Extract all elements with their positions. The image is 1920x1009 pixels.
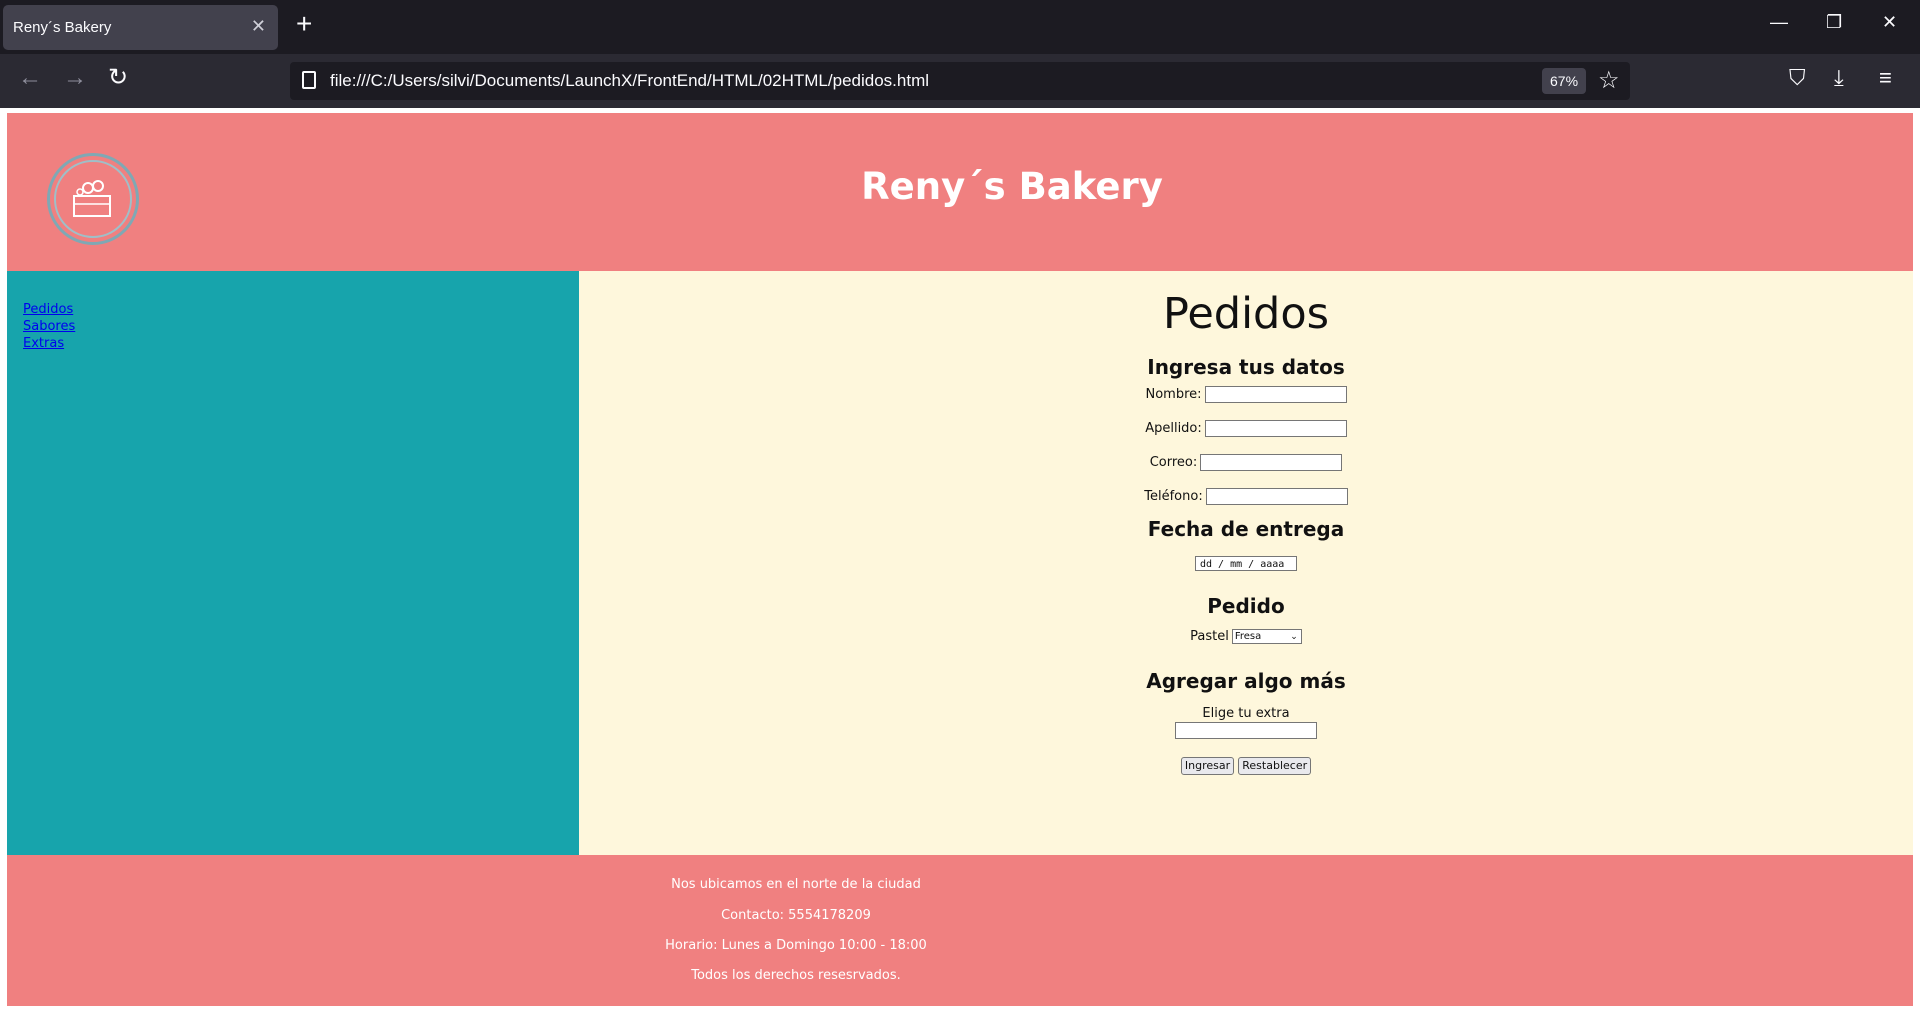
pastel-selected: Fresa xyxy=(1234,631,1262,642)
telefono-label: Teléfono: xyxy=(1144,489,1203,504)
page-heading: Pedidos xyxy=(1162,289,1330,339)
extra-label: Elige tu extra xyxy=(1202,706,1290,721)
site-footer: Nos ubicamos en el norte de la ciudad Co… xyxy=(7,855,1913,1006)
tab-strip: Reny´s Bakery ✕ + — ❐ ✕ xyxy=(0,0,1920,54)
fecha-heading: Fecha de entrega xyxy=(1147,517,1345,541)
menu-icon[interactable]: ≡ xyxy=(1879,66,1892,90)
datos-heading: Ingresa tus datos xyxy=(1147,355,1345,379)
footer-hours: Horario: Lunes a Domingo 10:00 - 18:00 xyxy=(665,938,927,953)
extra-input[interactable] xyxy=(1175,722,1317,739)
pedido-heading: Pedido xyxy=(1207,594,1285,618)
page-icon xyxy=(302,71,316,89)
footer-contact: Contacto: 5554178209 xyxy=(721,908,871,923)
download-icon[interactable]: ⤓ xyxy=(1834,66,1844,90)
reset-button[interactable]: Restablecer xyxy=(1238,757,1312,775)
url-bar[interactable]: file:///C:/Users/silvi/Documents/LaunchX… xyxy=(290,62,1630,100)
fecha-row: dd / mm / aaaa xyxy=(579,556,1913,571)
site-header: Reny´s Bakery xyxy=(7,113,1913,271)
nav-link-pedidos[interactable]: Pedidos xyxy=(23,301,75,318)
zoom-indicator[interactable]: 67% xyxy=(1542,68,1587,94)
chevron-down-icon: ⌄ xyxy=(1290,632,1298,642)
active-tab[interactable]: Reny´s Bakery ✕ xyxy=(3,5,278,50)
tab-title: Reny´s Bakery xyxy=(13,19,112,36)
window-close-icon[interactable]: ✕ xyxy=(1882,12,1897,33)
apellido-row: Apellido: xyxy=(579,420,1913,437)
navigation-toolbar: ← → ↻ file:///C:/Users/silvi/Documents/L… xyxy=(0,54,1920,108)
new-tab-icon[interactable]: + xyxy=(296,10,312,38)
buttons-row: Ingresar Restablecer xyxy=(579,757,1913,775)
pocket-icon[interactable]: ⛉ xyxy=(1789,66,1806,90)
telefono-input[interactable] xyxy=(1205,488,1348,505)
extra-heading: Agregar algo más xyxy=(1146,669,1346,693)
reload-icon[interactable]: ↻ xyxy=(108,66,128,90)
apellido-input[interactable] xyxy=(1204,420,1347,437)
telefono-row: Teléfono: xyxy=(579,488,1913,505)
nombre-input[interactable] xyxy=(1204,386,1347,403)
nombre-row: Nombre: xyxy=(579,386,1913,403)
tab-close-icon[interactable]: ✕ xyxy=(251,16,266,37)
url-text[interactable]: file:///C:/Users/silvi/Documents/LaunchX… xyxy=(330,71,929,91)
apellido-label: Apellido: xyxy=(1145,421,1202,436)
bookmark-star-icon[interactable]: ☆ xyxy=(1598,66,1620,95)
submit-button[interactable]: Ingresar xyxy=(1180,757,1235,775)
restore-icon[interactable]: ❐ xyxy=(1826,12,1842,33)
pastel-label: Pastel xyxy=(1190,629,1229,644)
nav-link-sabores[interactable]: Sabores xyxy=(23,318,75,335)
correo-label: Correo: xyxy=(1149,455,1198,470)
site-title: Reny´s Bakery xyxy=(861,165,1163,208)
pastel-row: Pastel Fresa ⌄ xyxy=(579,629,1913,644)
order-form: Pedidos Ingresa tus datos Nombre: Apelli… xyxy=(579,271,1913,855)
correo-input[interactable] xyxy=(1200,454,1343,471)
back-icon[interactable]: ← xyxy=(18,66,42,90)
sidebar: Pedidos Sabores Extras xyxy=(7,271,579,855)
nombre-label: Nombre: xyxy=(1145,387,1202,402)
sidebar-links: Pedidos Sabores Extras xyxy=(23,301,75,352)
fecha-input[interactable]: dd / mm / aaaa xyxy=(1195,556,1297,571)
web-page: Reny´s Bakery Pedidos Sabores Extras Ped… xyxy=(7,113,1913,1006)
footer-location: Nos ubicamos en el norte de la ciudad xyxy=(671,877,921,892)
pastel-select[interactable]: Fresa ⌄ xyxy=(1231,629,1302,644)
footer-rights: Todos los derechos resesrvados. xyxy=(691,968,901,983)
extra-label-row: Elige tu extra xyxy=(579,706,1913,721)
correo-row: Correo: xyxy=(579,454,1913,471)
extra-input-row xyxy=(579,722,1913,739)
minimize-icon[interactable]: — xyxy=(1770,12,1788,33)
forward-icon[interactable]: → xyxy=(63,66,87,90)
nav-link-extras[interactable]: Extras xyxy=(23,335,75,352)
